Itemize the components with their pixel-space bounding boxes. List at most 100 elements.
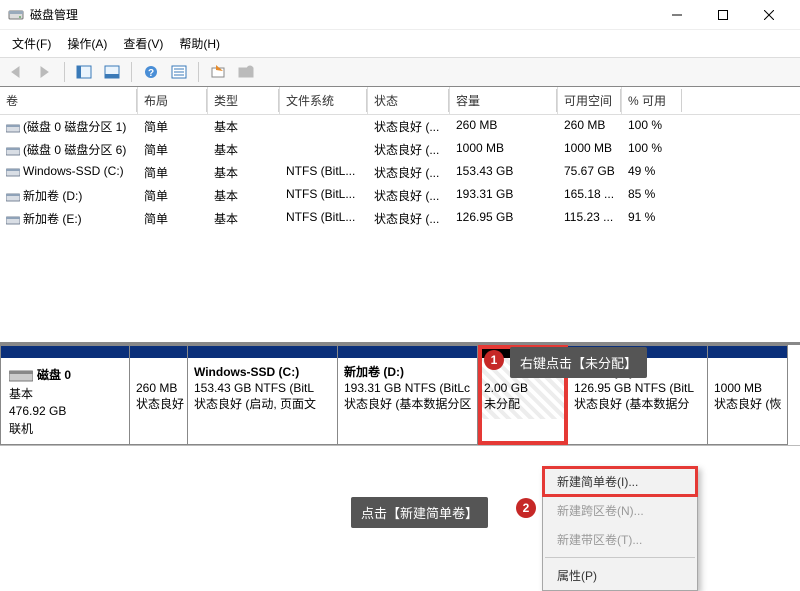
row-capacity: 260 MB (450, 116, 558, 137)
partition-status: 状态良好 (136, 397, 184, 411)
partition-size: 126.95 GB NTFS (BitL (574, 381, 694, 395)
row-type: 基本 (208, 162, 280, 183)
volume-list[interactable]: 卷 布局 类型 文件系统 状态 容量 可用空间 % 可用 (磁盘 0 磁盘分区 … (0, 87, 800, 345)
row-type: 基本 (208, 116, 280, 137)
volume-icon (6, 146, 20, 156)
partition[interactable]: 新加卷 (D:)193.31 GB NTFS (BitLc状态良好 (基本数据分… (338, 345, 478, 445)
context-menu: 新建简单卷(I)... 新建跨区卷(N)... 新建带区卷(T)... 属性(P… (542, 466, 698, 591)
row-capacity: 126.95 GB (450, 208, 558, 229)
row-capacity: 153.43 GB (450, 162, 558, 183)
volume-row[interactable]: (磁盘 0 磁盘分区 6)简单基本状态良好 (...1000 MB1000 MB… (0, 138, 800, 161)
volume-icon (6, 123, 20, 133)
volume-row[interactable]: 新加卷 (D:)简单基本NTFS (BitL...状态良好 (...193.31… (0, 184, 800, 207)
row-volume: 新加卷 (D:) (23, 189, 82, 203)
titlebar: 磁盘管理 (0, 0, 800, 30)
row-layout: 简单 (138, 208, 208, 229)
partition-size: 2.00 GB (484, 381, 528, 395)
row-type: 基本 (208, 139, 280, 160)
view-icon-1[interactable] (73, 61, 95, 83)
row-free: 260 MB (558, 116, 622, 137)
col-status[interactable]: 状态 (368, 87, 450, 114)
volume-row[interactable]: Windows-SSD (C:)简单基本NTFS (BitL...状态良好 (.… (0, 161, 800, 184)
col-filesystem[interactable]: 文件系统 (280, 87, 368, 114)
row-type: 基本 (208, 185, 280, 206)
partition-status: 状态良好 (基本数据分 (574, 397, 689, 411)
col-volume[interactable]: 卷 (0, 87, 138, 114)
row-capacity: 1000 MB (450, 139, 558, 160)
partition[interactable]: 260 MB 状态良好 (130, 345, 188, 445)
disk-label[interactable]: 磁盘 0 基本 476.92 GB 联机 (0, 345, 130, 445)
disk-graphic-panel: 磁盘 0 基本 476.92 GB 联机 260 MB 状态良好 Windows-S… (0, 345, 800, 477)
row-percent: 100 % (622, 139, 682, 160)
action-icon[interactable] (235, 61, 257, 83)
row-status: 状态良好 (... (368, 162, 450, 183)
partition-status: 状态良好 (基本数据分区 (344, 397, 471, 411)
menu-new-spanned-volume: 新建跨区卷(N)... (543, 496, 697, 525)
row-percent: 49 % (622, 162, 682, 183)
row-free: 1000 MB (558, 139, 622, 160)
row-percent: 85 % (622, 185, 682, 206)
annotation-badge-2: 2 (516, 498, 536, 518)
row-free: 115.23 ... (558, 208, 622, 229)
svg-text:?: ? (148, 68, 154, 79)
help-icon[interactable]: ? (140, 61, 162, 83)
menu-file[interactable]: 文件(F) (6, 32, 57, 55)
row-layout: 简单 (138, 162, 208, 183)
row-fs: NTFS (BitL... (280, 208, 368, 229)
col-layout[interactable]: 布局 (138, 87, 208, 114)
row-status: 状态良好 (... (368, 116, 450, 137)
disk-size: 476.92 GB (9, 404, 121, 418)
disk-state: 联机 (9, 420, 121, 437)
partition-size: 1000 MB (714, 381, 762, 395)
menu-help[interactable]: 帮助(H) (173, 32, 226, 55)
menu-new-simple-volume[interactable]: 新建简单卷(I)... (543, 467, 697, 496)
row-status: 状态良好 (... (368, 139, 450, 160)
disk-mgmt-icon (8, 7, 24, 23)
partition[interactable]: Windows-SSD (C:)153.43 GB NTFS (BitL状态良好… (188, 345, 338, 445)
row-layout: 简单 (138, 139, 208, 160)
col-free[interactable]: 可用空间 (558, 87, 622, 114)
partition-title: Windows-SSD (C:) (194, 365, 299, 379)
menu-action[interactable]: 操作(A) (61, 32, 113, 55)
volume-icon (6, 167, 20, 177)
row-layout: 简单 (138, 116, 208, 137)
row-fs (280, 139, 368, 160)
annotation-tip-1: 右键点击【未分配】 (510, 347, 647, 378)
volume-icon (6, 215, 20, 225)
row-fs: NTFS (BitL... (280, 162, 368, 183)
menu-view[interactable]: 查看(V) (117, 32, 169, 55)
window-title: 磁盘管理 (30, 6, 654, 23)
row-fs: NTFS (BitL... (280, 185, 368, 206)
partition-status: 状态良好 (启动, 页面文 (194, 397, 316, 411)
col-type[interactable]: 类型 (208, 87, 280, 114)
volume-row[interactable]: (磁盘 0 磁盘分区 1)简单基本状态良好 (...260 MB260 MB10… (0, 115, 800, 138)
close-button[interactable] (746, 0, 792, 30)
maximize-button[interactable] (700, 0, 746, 30)
view-icon-2[interactable] (101, 61, 123, 83)
col-capacity[interactable]: 容量 (450, 87, 558, 114)
forward-button[interactable] (34, 61, 56, 83)
minimize-button[interactable] (654, 0, 700, 30)
toolbar: ? (0, 57, 800, 87)
col-percent[interactable]: % 可用 (622, 87, 682, 114)
refresh-icon[interactable] (207, 61, 229, 83)
menubar: 文件(F) 操作(A) 查看(V) 帮助(H) (0, 30, 800, 57)
volume-row[interactable]: 新加卷 (E:)简单基本NTFS (BitL...状态良好 (...126.95… (0, 207, 800, 230)
row-volume: 新加卷 (E:) (23, 212, 82, 226)
row-free: 165.18 ... (558, 185, 622, 206)
partition[interactable]: 1000 MB状态良好 (恢 (708, 345, 788, 445)
disk-type: 基本 (9, 385, 121, 402)
row-capacity: 193.31 GB (450, 185, 558, 206)
row-free: 75.67 GB (558, 162, 622, 183)
back-button[interactable] (6, 61, 28, 83)
properties-icon[interactable] (168, 61, 190, 83)
row-fs (280, 116, 368, 137)
partition-status: 未分配 (484, 397, 520, 411)
menu-new-striped-volume: 新建带区卷(T)... (543, 525, 697, 554)
partition-size: 260 MB (136, 381, 177, 395)
row-percent: 100 % (622, 116, 682, 137)
disk-name: 磁盘 0 (37, 366, 71, 383)
menu-separator (545, 557, 695, 558)
toolbar-separator (131, 62, 132, 82)
row-status: 状态良好 (... (368, 185, 450, 206)
